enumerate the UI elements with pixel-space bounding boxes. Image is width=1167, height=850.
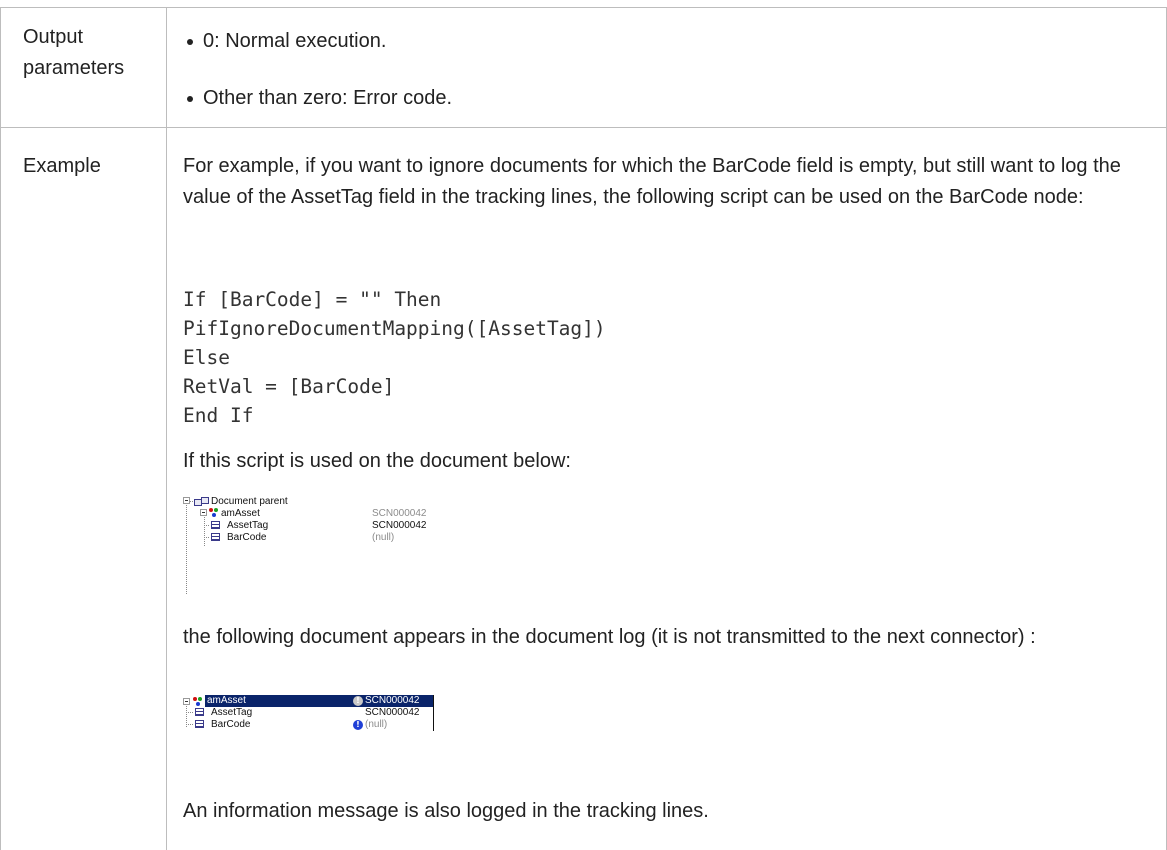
output-label-line2: parameters xyxy=(23,57,125,79)
tree-entity-label: amAsset xyxy=(207,695,246,706)
table-left-border xyxy=(0,7,1,850)
info-icon: ! xyxy=(353,720,363,730)
document-icon xyxy=(194,497,210,506)
tree-root-label: Document parent xyxy=(211,496,288,507)
used-on-text: If this script is used on the document b… xyxy=(183,450,571,472)
field-icon xyxy=(195,708,204,716)
table-top-border xyxy=(0,7,1167,8)
code-line: PifIgnoreDocumentMapping([AssetTag]) xyxy=(183,317,606,340)
output-item: 0: Normal execution. xyxy=(203,30,387,52)
tree-field-label: AssetTag xyxy=(227,520,269,531)
column-divider xyxy=(166,7,167,850)
code-line: Else xyxy=(183,346,230,369)
collapse-icon[interactable] xyxy=(183,698,190,705)
tree-field-value: (null) xyxy=(372,532,395,543)
tree-entity-value: SCN000042 xyxy=(365,695,420,706)
bullet-icon xyxy=(187,39,193,45)
field-icon xyxy=(211,533,220,541)
tree-field-value: SCN000042 xyxy=(365,707,420,718)
entity-icon xyxy=(209,508,219,518)
field-icon xyxy=(195,720,204,728)
tree-field-value: SCN000042 xyxy=(372,520,427,531)
tree-connector xyxy=(204,537,210,538)
document-tree: Document parent amAsset SCN000042 AssetT… xyxy=(183,495,453,595)
tree-connector xyxy=(186,724,194,725)
collapse-icon[interactable] xyxy=(183,497,190,504)
tree-entity-label: amAsset xyxy=(221,508,260,519)
tree-connector xyxy=(186,712,194,713)
field-icon xyxy=(211,521,220,529)
example-label: Example xyxy=(23,155,101,177)
tree-field-value: (null) xyxy=(365,719,388,730)
output-item: Other than zero: Error code. xyxy=(203,87,453,109)
row-divider xyxy=(0,127,1167,128)
tree-field-label: AssetTag xyxy=(211,707,253,718)
example-intro: For example, if you want to ignore docum… xyxy=(183,155,1121,208)
code-line: End If xyxy=(183,404,254,427)
following-text: the following document appears in the do… xyxy=(183,626,1036,648)
tree-field-label: BarCode xyxy=(211,719,251,730)
info-message-text: An information message is also logged in… xyxy=(183,800,709,822)
tree-connector xyxy=(186,505,187,595)
document-log-tree: amAsset ! SCN000042 AssetTag SCN000042 B… xyxy=(183,695,443,735)
tree-connector xyxy=(204,525,210,526)
entity-icon xyxy=(193,697,203,707)
tree-connector xyxy=(204,517,205,547)
tree-entity-value: SCN000042 xyxy=(372,508,427,519)
output-label-line1: Output xyxy=(23,26,84,48)
tree-field-label: BarCode xyxy=(227,532,267,543)
bullet-icon xyxy=(187,96,193,102)
code-line: If [BarCode] = "" Then xyxy=(183,288,442,311)
info-icon: ! xyxy=(353,696,363,706)
panel-edge xyxy=(433,695,434,731)
collapse-icon[interactable] xyxy=(200,509,207,516)
code-line: RetVal = [BarCode] xyxy=(183,375,395,398)
parameter-table: Output parameters 0: Normal execution. O… xyxy=(0,0,1167,850)
